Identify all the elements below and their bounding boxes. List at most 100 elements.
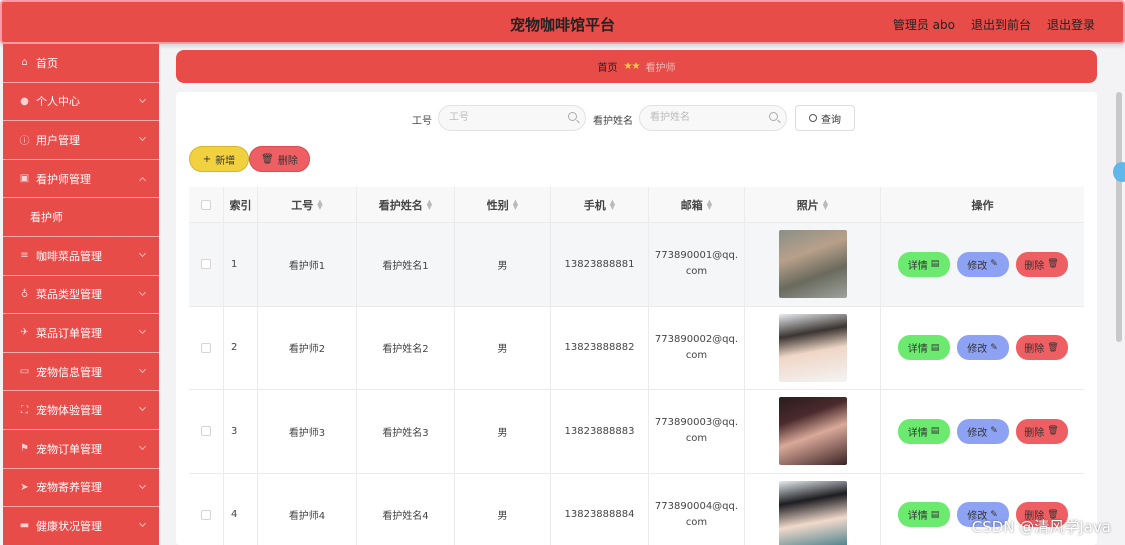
header-email[interactable]: 邮箱 ▲ ▼ bbox=[649, 187, 745, 222]
add-button[interactable]: + 新增 bbox=[189, 146, 249, 172]
sidebar-item-label: 首页 bbox=[36, 56, 58, 70]
delete-label: 删除 bbox=[1024, 344, 1045, 356]
row-checkbox[interactable] bbox=[201, 259, 211, 270]
sidebar-item-dish-orders[interactable]: ✈ 菜品订单管理 bbox=[3, 314, 159, 353]
sidebar-item-label: 用户管理 bbox=[36, 133, 80, 147]
sort-icon[interactable]: ▲ ▼ bbox=[513, 198, 518, 210]
query-button[interactable]: 查询 bbox=[795, 105, 855, 131]
breadcrumb-home[interactable]: 首页 bbox=[598, 59, 618, 74]
sort-icon[interactable]: ▲ ▼ bbox=[317, 198, 322, 210]
add-button-label: 新增 bbox=[215, 155, 236, 167]
detail-button[interactable]: 详情 ▤ bbox=[897, 502, 950, 528]
row-select-cell bbox=[189, 473, 224, 545]
delete-button[interactable]: 删除 🗑 bbox=[1015, 251, 1068, 277]
breadcrumb: 首页 ★★ 看护师 bbox=[176, 50, 1097, 83]
table-row[interactable]: 3 看护师3 看护姓名3 男 13823888883 773890003@qq.… bbox=[189, 390, 1084, 474]
header-phone[interactable]: 手机 ▲ ▼ bbox=[551, 187, 649, 222]
sidebar-item-dish-types[interactable]: ♁ 菜品类型管理 bbox=[3, 276, 159, 315]
header-code[interactable]: 工号 ▲ ▼ bbox=[258, 187, 357, 222]
delete-label: 删除 bbox=[1024, 427, 1045, 439]
table-row[interactable]: 2 看护师2 看护姓名2 男 13823888882 773890002@qq.… bbox=[189, 306, 1084, 390]
row-checkbox[interactable] bbox=[201, 342, 211, 353]
delete-button[interactable]: 删除 🗑 bbox=[1015, 418, 1068, 444]
sidebar-item-label: 菜品订单管理 bbox=[36, 326, 102, 340]
caretaker-photo[interactable] bbox=[778, 480, 847, 545]
sidebar-item-health[interactable]: ▬ 健康状况管理 bbox=[3, 507, 159, 545]
top-header-bar: 宠物咖啡馆平台 管理员 abo 退出到前台 退出登录 bbox=[0, 0, 1125, 44]
trash-icon: 🗑 bbox=[261, 153, 274, 165]
gender-cell: 男 bbox=[455, 223, 551, 306]
detail-label: 详情 bbox=[907, 511, 928, 523]
sidebar-item-caretaker-mgmt[interactable]: ▣ 看护师管理 bbox=[3, 160, 159, 199]
caretaker-photo[interactable] bbox=[778, 397, 847, 466]
sort-icon[interactable]: ▲ ▼ bbox=[427, 198, 432, 210]
photo-cell bbox=[745, 390, 881, 473]
photo-cell bbox=[745, 306, 881, 389]
trash-icon: 🗑 bbox=[1047, 426, 1059, 437]
logout-link[interactable]: 退出登录 bbox=[1047, 16, 1095, 33]
caretaker-photo[interactable] bbox=[778, 313, 847, 382]
list-icon: ≡ bbox=[20, 250, 29, 262]
fullscreen-icon: ⛶ bbox=[21, 404, 28, 416]
batch-delete-button[interactable]: 🗑 删除 bbox=[249, 146, 310, 172]
user-icon: ● bbox=[20, 95, 29, 107]
vertical-scrollbar[interactable] bbox=[1116, 92, 1122, 342]
home-icon: ⌂ bbox=[21, 57, 28, 69]
document-icon: ▤ bbox=[930, 342, 940, 353]
sidebar-menu: ⌂ 首页 ● 个人中心 ⓘ 用户管理 ▣ 看护师管理 看护师 ≡ 咖啡菜品管理 ♁ 菜品类型… bbox=[3, 44, 159, 545]
sidebar-subitem-caretaker[interactable]: 看护师 bbox=[3, 198, 159, 237]
index-cell: 1 bbox=[224, 223, 258, 306]
sort-icon[interactable]: ▲ ▼ bbox=[610, 198, 615, 210]
chevron-up-icon bbox=[138, 176, 147, 184]
edit-label: 修改 bbox=[967, 344, 988, 356]
table-row[interactable]: 1 看护师1 看护姓名1 男 13823888881 773890001@qq.… bbox=[189, 223, 1084, 307]
sidebar-item-users[interactable]: ⓘ 用户管理 bbox=[3, 121, 159, 160]
code-cell: 看护师4 bbox=[258, 473, 357, 545]
sidebar-item-profile[interactable]: ● 个人中心 bbox=[3, 83, 159, 122]
detail-button[interactable]: 详情 ▤ bbox=[897, 418, 950, 444]
index-cell: 3 bbox=[224, 390, 258, 473]
sidebar-item-pet-experience[interactable]: ⛶ 宠物体验管理 bbox=[3, 391, 159, 430]
code-label: 工号 bbox=[412, 116, 432, 127]
detail-button[interactable]: 详情 ▤ bbox=[897, 335, 950, 361]
caretaker-photo[interactable] bbox=[778, 230, 847, 299]
name-cell: 看护姓名1 bbox=[357, 223, 455, 306]
code-placeholder: 工号 bbox=[449, 112, 469, 123]
sidebar-item-home[interactable]: ⌂ 首页 bbox=[3, 44, 159, 83]
header-index-label: 索引 bbox=[229, 198, 252, 212]
delete-button[interactable]: 删除 🗑 bbox=[1015, 335, 1068, 361]
email-cell: 773890001@qq.com bbox=[649, 223, 745, 306]
row-checkbox[interactable] bbox=[201, 509, 211, 520]
row-checkbox[interactable] bbox=[201, 426, 211, 437]
edit-button[interactable]: 修改 ✎ bbox=[956, 251, 1009, 277]
header-gender[interactable]: 性别 ▲ ▼ bbox=[455, 187, 551, 222]
sort-icon[interactable]: ▲ ▼ bbox=[823, 198, 828, 210]
to-front-link[interactable]: 退出到前台 bbox=[971, 16, 1031, 33]
header-photo[interactable]: 照片 ▲ ▼ bbox=[745, 187, 881, 222]
code-search-input[interactable]: 工号 bbox=[438, 105, 586, 131]
photo-cell bbox=[745, 473, 881, 545]
sort-icon[interactable]: ▲ ▼ bbox=[707, 198, 712, 210]
name-search-input[interactable]: 看护姓名 bbox=[639, 105, 787, 131]
watermark: CSDN @清风学Java bbox=[971, 518, 1111, 536]
sidebar-item-pet-orders[interactable]: ⚑ 宠物订单管理 bbox=[3, 430, 159, 469]
sidebar-item-pet-boarding[interactable]: ➤ 宠物寄养管理 bbox=[3, 469, 159, 508]
table-row[interactable]: 4 看护师4 看护姓名4 男 13823888884 773890004@qq.… bbox=[189, 473, 1084, 545]
query-button-label: 查询 bbox=[821, 114, 841, 126]
sidebar-item-coffee-dishes[interactable]: ≡ 咖啡菜品管理 bbox=[3, 237, 159, 276]
header-name[interactable]: 看护姓名 ▲ ▼ bbox=[357, 187, 455, 222]
edit-button[interactable]: 修改 ✎ bbox=[956, 335, 1009, 361]
floating-assist-icon[interactable] bbox=[1113, 162, 1125, 182]
phone-cell: 13823888881 bbox=[551, 223, 649, 306]
edit-button[interactable]: 修改 ✎ bbox=[956, 418, 1009, 444]
sidebar-item-pet-info[interactable]: ▭ 宠物信息管理 bbox=[3, 353, 159, 392]
select-all-checkbox[interactable] bbox=[201, 199, 211, 210]
header-phone-label: 手机 bbox=[583, 198, 606, 212]
index-cell: 4 bbox=[224, 473, 258, 545]
detail-button[interactable]: 详情 ▤ bbox=[897, 251, 950, 277]
email-cell: 773890004@qq.com bbox=[649, 473, 745, 545]
actions-cell: 详情 ▤ 修改 ✎ 删除 🗑 bbox=[881, 223, 1084, 306]
email-text: 773890002@qq.com bbox=[654, 333, 739, 361]
trash-icon: 🗑 bbox=[1047, 259, 1059, 270]
trash-icon: 🗑 bbox=[1047, 342, 1059, 353]
